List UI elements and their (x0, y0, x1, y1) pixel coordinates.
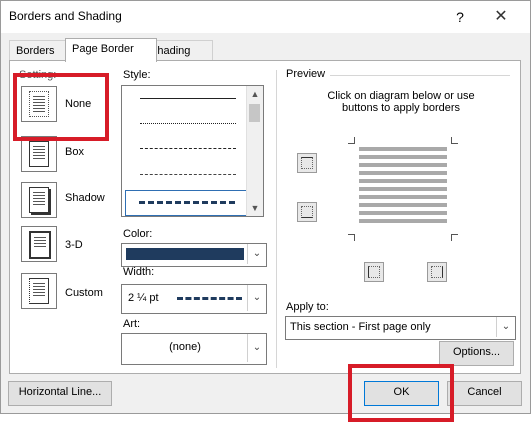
apply-to-value: This section - First page only (290, 321, 431, 333)
tab-page-border[interactable]: Page Border (65, 38, 157, 62)
preview-diagram[interactable] (348, 137, 458, 241)
style-dashed-line[interactable] (140, 148, 236, 149)
bottom-border-button[interactable] (297, 202, 317, 222)
corner-mark-bottom-right (451, 234, 458, 241)
preview-label: Preview (286, 68, 326, 80)
art-label: Art: (123, 318, 141, 330)
setting-shadow-icon[interactable] (21, 182, 57, 218)
corner-mark-top-right (451, 137, 458, 144)
dialog-title: Borders and Shading (9, 9, 122, 23)
top-border-button[interactable] (297, 153, 317, 173)
width-line-sample (177, 297, 242, 300)
setting-custom-label[interactable]: Custom (65, 287, 103, 299)
chevron-down-icon[interactable]: ⌄ (247, 334, 266, 362)
options-button[interactable]: Options... (439, 341, 514, 366)
setting-box-icon[interactable] (21, 136, 57, 172)
apply-to-dropdown[interactable]: This section - First page only ⌄ (285, 316, 516, 340)
width-label: Width: (123, 266, 155, 278)
corner-mark-top-left (348, 137, 355, 144)
right-border-button[interactable] (427, 262, 447, 282)
setting-custom-icon[interactable] (21, 273, 57, 309)
chevron-down-icon[interactable]: ⌄ (496, 317, 515, 337)
preview-heading-rule (330, 75, 510, 76)
width-dropdown[interactable]: 2 ¼ pt ⌄ (121, 284, 267, 314)
setting-3d-label[interactable]: 3-D (65, 239, 83, 251)
art-value: (none) (169, 341, 201, 353)
preview-text-block (359, 147, 447, 227)
cancel-button[interactable]: Cancel (447, 381, 522, 406)
chevron-down-icon[interactable]: ⌄ (247, 285, 266, 311)
section-divider (276, 70, 277, 368)
style-selected-item[interactable] (125, 190, 248, 216)
style-scrollbar[interactable]: ▲ ▼ (246, 86, 263, 216)
art-dropdown[interactable]: (none) ⌄ (121, 333, 267, 365)
style-solid-line[interactable] (140, 98, 236, 99)
corner-mark-bottom-left (348, 234, 355, 241)
apply-to-label: Apply to: (286, 301, 329, 313)
scroll-up-icon[interactable]: ▲ (247, 86, 263, 102)
preview-instruction-line-1: Click on diagram below or use (327, 90, 475, 102)
style-label: Style: (123, 69, 151, 81)
left-border-button[interactable] (364, 262, 384, 282)
highlight-ok-button (348, 364, 454, 422)
scroll-down-icon[interactable]: ▼ (247, 200, 263, 216)
setting-3d-icon[interactable] (21, 226, 57, 262)
color-dropdown[interactable]: ⌄ (121, 243, 267, 267)
highlight-none-setting (13, 73, 109, 141)
chevron-down-icon[interactable]: ⌄ (247, 244, 266, 264)
width-value: 2 ¼ pt (128, 292, 159, 304)
color-label: Color: (123, 228, 153, 240)
style-dotted-line[interactable] (140, 123, 236, 124)
close-button[interactable]: ✕ (487, 6, 515, 28)
scroll-thumb[interactable] (249, 104, 260, 122)
style-listbox[interactable]: ▲ ▼ (121, 85, 264, 217)
horizontal-line-button[interactable]: Horizontal Line... (8, 381, 112, 406)
help-button[interactable]: ? (450, 7, 470, 27)
color-swatch (126, 248, 244, 260)
preview-instruction-line-2: buttons to apply borders (341, 102, 461, 114)
setting-shadow-label[interactable]: Shadow (65, 192, 105, 204)
style-dash-dot-line[interactable] (140, 174, 236, 175)
setting-box-label[interactable]: Box (65, 146, 84, 158)
style-long-dash-line (139, 201, 235, 204)
